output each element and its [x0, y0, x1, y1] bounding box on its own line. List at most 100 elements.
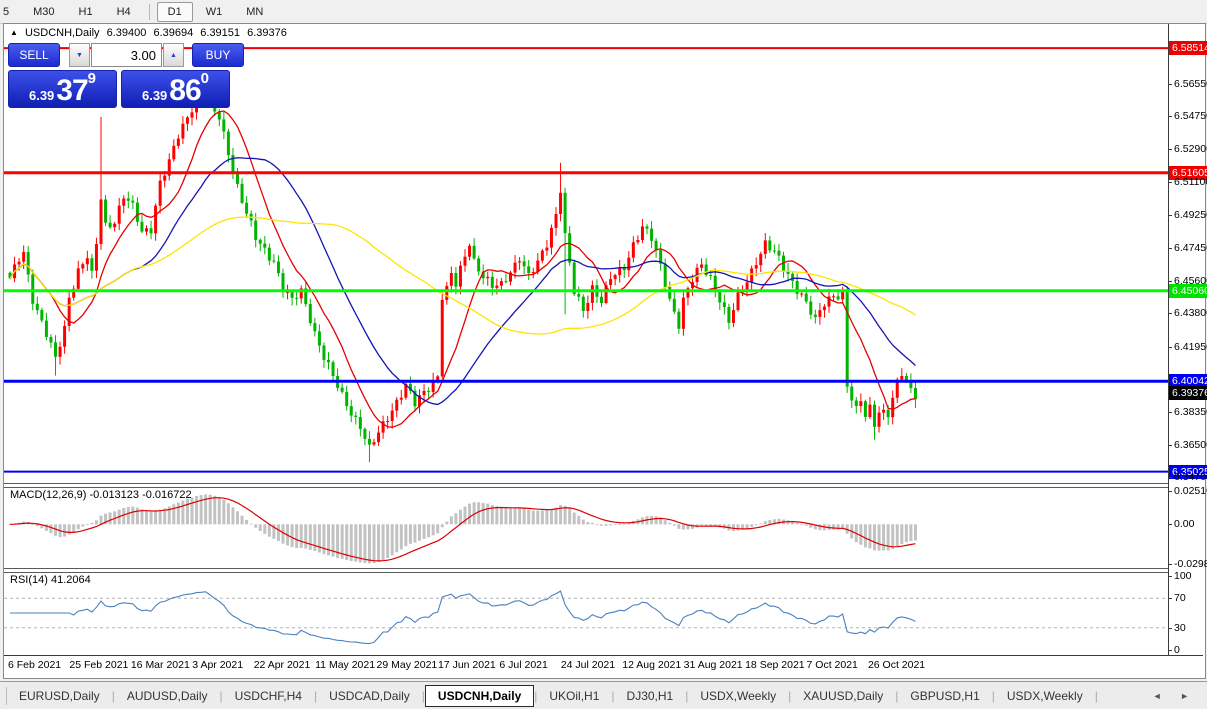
rsi-line [10, 590, 916, 645]
macd-signal-line [9, 497, 916, 562]
chart-tab-usdx-weekly[interactable]: USDX,Weekly [688, 685, 788, 707]
timeframe-button-m30[interactable]: M30 [22, 2, 65, 22]
price-tick-mark [1168, 215, 1172, 216]
buy-price-main: 86 [169, 74, 201, 107]
price-tick-6.38350: 6.38350 [1174, 405, 1207, 418]
ma-60-line [9, 216, 916, 335]
sell-price-prefix: 6.39 [28, 88, 55, 103]
chart-tab-ukoil-h1[interactable]: UKOil,H1 [537, 685, 611, 707]
date-label-17-Jun-2021: 17 Jun 2021 [437, 659, 496, 671]
price-tick-mark [1168, 445, 1172, 446]
price-tick-mark [1168, 182, 1172, 183]
macd-tick-mark [1168, 491, 1172, 492]
date-label-7-Oct-2021: 7 Oct 2021 [806, 659, 858, 671]
rsi-scale-30: 30 [1174, 621, 1186, 634]
sell-price-pip: 9 [87, 70, 97, 87]
price-tick-mark [1168, 281, 1172, 282]
price-tick-mark [1168, 477, 1172, 478]
date-label-3-Apr-2021: 3 Apr 2021 [192, 659, 244, 671]
macd-tick-mark [1168, 524, 1172, 525]
price-axis-line [1168, 24, 1169, 655]
price-tick-6.43800: 6.43800 [1174, 307, 1207, 320]
price-tick-6.36500: 6.36500 [1174, 439, 1207, 452]
price-tick-mark [1168, 347, 1172, 348]
price-tick-mark [1168, 313, 1172, 314]
price-tick-6.34700: 6.34700 [1174, 471, 1207, 484]
chart-tab-strip: EURUSD,Daily | AUDUSD,Daily | USDCHF,H4 | USDC… [0, 681, 1207, 709]
date-label-24-Jul-2021: 24 Jul 2021 [560, 659, 616, 671]
macd-scale-0.00: 0.00 [1174, 518, 1195, 531]
price-tick-6.41950: 6.41950 [1174, 340, 1207, 353]
chart-tab-xauusd-daily[interactable]: XAUUSD,Daily [791, 685, 895, 707]
price-tick-mark [1168, 116, 1172, 117]
price-tick-mark [1168, 84, 1172, 85]
rsi-plot [4, 590, 1168, 645]
date-label-11-May-2021: 11 May 2021 [315, 659, 376, 671]
date-label-6-Feb-2021: 6 Feb 2021 [8, 659, 62, 671]
volume-input[interactable]: 3.00 [91, 43, 162, 67]
rsi-tick-mark [1168, 598, 1172, 599]
date-label-6-Jul-2021: 6 Jul 2021 [499, 659, 548, 671]
date-axis-line [4, 655, 1203, 656]
buy-price-prefix: 6.39 [141, 88, 168, 103]
ma-25-line [9, 157, 916, 406]
macd-histogram [8, 494, 917, 564]
rsi-scale-0: 0 [1174, 644, 1180, 656]
date-label-29-May-2021: 29 May 2021 [376, 659, 438, 671]
price-badge-6.58514: 6.58514 [1169, 41, 1207, 56]
rsi-label: RSI(14) 41.2064 [10, 574, 91, 586]
volume-decrease-button[interactable]: ▼ [69, 43, 90, 67]
buy-price-box[interactable]: 6.39 86 0 [121, 70, 230, 108]
price-tick-6.54750: 6.54750 [1174, 109, 1207, 122]
price-tick-6.47450: 6.47450 [1174, 241, 1207, 254]
tab-scroll-arrows[interactable]: ◄ ► [1153, 691, 1197, 701]
chart-tab-usdcnh-daily[interactable]: USDCNH,Daily [424, 684, 535, 707]
date-label-18-Sep-2021: 18 Sep 2021 [745, 659, 805, 671]
price-tick-6.56550: 6.56550 [1174, 77, 1207, 90]
candles [8, 83, 917, 463]
price-tick-mark [1168, 412, 1172, 413]
date-label-12-Aug-2021: 12 Aug 2021 [622, 659, 682, 671]
rsi-scale-100: 100 [1174, 570, 1192, 582]
price-tick-mark [1168, 149, 1172, 150]
chart-tab-eurusd-daily[interactable]: EURUSD,Daily [7, 685, 112, 707]
date-label-16-Mar-2021: 16 Mar 2021 [130, 659, 190, 671]
timeframe-button-h1[interactable]: H1 [68, 2, 104, 22]
chart-tab-usdchf-h4[interactable]: USDCHF,H4 [223, 685, 314, 707]
timeframe-button-h4[interactable]: H4 [106, 2, 142, 22]
price-tick-6.49250: 6.49250 [1174, 209, 1207, 222]
buy-price-pip: 0 [200, 70, 210, 87]
buy-button[interactable]: BUY [192, 43, 244, 67]
volume-increase-button[interactable]: ▲ [163, 43, 184, 67]
macd-scale--0.02988: -0.02988 [1174, 558, 1207, 570]
price-tick-6.52900: 6.52900 [1174, 143, 1207, 156]
timeframe-button-mn[interactable]: MN [235, 2, 274, 22]
timeframe-button-5[interactable]: 5 [0, 2, 20, 22]
price-tick-6.45600: 6.45600 [1174, 274, 1207, 287]
chart-tab-gbpusd-h1[interactable]: GBPUSD,H1 [898, 685, 991, 707]
chart-tab-usdcad-daily[interactable]: USDCAD,Daily [317, 685, 422, 707]
rsi-scale-70: 70 [1174, 592, 1186, 605]
chart-tab-audusd-daily[interactable]: AUDUSD,Daily [115, 685, 220, 707]
price-tick-mark [1168, 248, 1172, 249]
timeframe-button-w1[interactable]: W1 [195, 2, 234, 22]
chart-tab-dj30-h1[interactable]: DJ30,H1 [615, 685, 686, 707]
timeframe-button-d1[interactable]: D1 [156, 1, 193, 22]
date-label-25-Feb-2021: 25 Feb 2021 [69, 659, 129, 671]
date-label-26-Oct-2021: 26 Oct 2021 [867, 659, 926, 671]
sell-button[interactable]: SELL [8, 43, 60, 67]
date-label-22-Apr-2021: 22 Apr 2021 [253, 659, 311, 671]
macd-tick-mark [1168, 564, 1172, 565]
macd-label: MACD(12,26,9) -0.013123 -0.016722 [10, 489, 192, 501]
date-label-31-Aug-2021: 31 Aug 2021 [683, 659, 743, 671]
tab-partial[interactable] [0, 686, 7, 705]
sell-price-box[interactable]: 6.39 37 9 [8, 70, 117, 108]
sell-price-main: 37 [56, 74, 88, 107]
rsi-tick-mark [1168, 650, 1172, 651]
macd-scale-0.025108: 0.025108 [1174, 485, 1207, 497]
chart-tab-usdx-weekly[interactable]: USDX,Weekly [995, 685, 1095, 707]
rsi-tick-mark [1168, 576, 1172, 577]
tab-divider: | [1094, 688, 1098, 703]
price-tick-6.51100: 6.51100 [1174, 175, 1207, 188]
current-price-badge: 6.39376 [1169, 386, 1207, 401]
